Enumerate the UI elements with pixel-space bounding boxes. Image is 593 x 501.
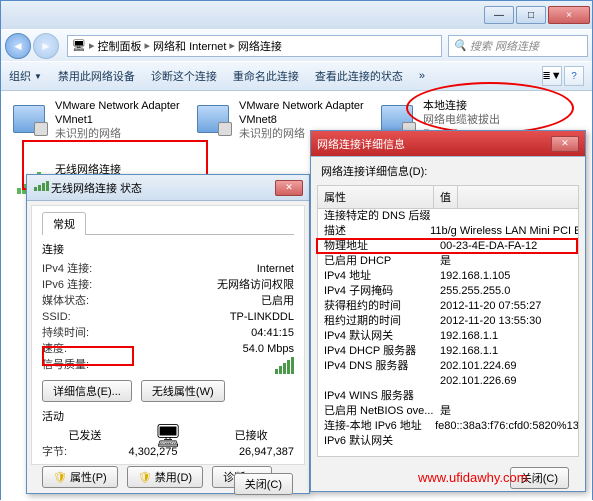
crumb-network[interactable]: 网络和 Internet — [153, 38, 226, 54]
table-row: 租约过期的时间2012-11-20 13:55:30 — [318, 314, 578, 329]
adapter-status: 未识别的网络 — [55, 127, 180, 141]
table-row: 获得租约的时间2012-11-20 07:55:27 — [318, 299, 578, 314]
nav-bar: ◄ ► 🖥 ▸ 控制面板 ▸ 网络和 Internet ▸ 网络连接 🔍 搜索 … — [1, 29, 592, 61]
back-button[interactable]: ◄ — [5, 33, 31, 59]
table-row: IPv6 默认网关 — [318, 434, 578, 449]
search-placeholder: 搜索 网络连接 — [470, 38, 539, 54]
table-row: 描述11b/g Wireless LAN Mini PCI Ex — [318, 224, 578, 239]
value-media: 已启用 — [261, 293, 294, 309]
toolbar-view-status[interactable]: 查看此连接的状态 — [315, 68, 403, 84]
network-icon — [9, 99, 49, 139]
dialog-close-button[interactable]: ✕ — [551, 136, 579, 152]
close-button[interactable]: 关闭(C) — [234, 473, 293, 495]
table-row: IPv4 DNS 服务器202.101.224.69 — [318, 359, 578, 374]
search-input[interactable]: 🔍 搜索 网络连接 — [448, 35, 588, 57]
details-dialog: 网络连接详细信息 ✕ 网络连接详细信息(D): 属性 值 连接特定的 DNS 后… — [310, 130, 586, 492]
dialog-close-button[interactable]: ✕ — [275, 180, 303, 196]
table-row: IPv4 默认网关192.168.1.1 — [318, 329, 578, 344]
adapter-subname: VMnet1 — [55, 113, 180, 127]
watermark-text: www.ufidawhy.com — [418, 470, 528, 485]
value-duration: 04:41:15 — [251, 325, 294, 341]
table-row: 连接特定的 DNS 后缀 — [318, 209, 578, 224]
status-dialog: 无线网络连接 状态 ✕ 常规 连接 IPv4 连接: Internet IPv6 … — [26, 174, 310, 494]
dialog-titlebar: 无线网络连接 状态 ✕ — [27, 175, 309, 201]
table-row: IPv4 地址192.168.1.105 — [318, 269, 578, 284]
computer-icon: 🖥 — [154, 428, 182, 444]
wifi-icon — [33, 181, 47, 194]
value-ipv6: 无网络访问权限 — [217, 277, 294, 293]
adapter-subname: VMnet8 — [239, 113, 364, 127]
details-heading: 网络连接详细信息(D): — [311, 157, 585, 179]
details-button[interactable]: 详细信息(E)... — [42, 380, 132, 402]
wireless-props-button[interactable]: 无线属性(W) — [141, 380, 225, 402]
dialog-title: 网络连接详细信息 — [317, 136, 551, 152]
forward-button[interactable]: ► — [33, 33, 59, 59]
chevron-down-icon: ▼ — [34, 72, 42, 81]
value-ipv4: Internet — [257, 261, 294, 277]
chevron-icon: ▸ — [145, 39, 151, 52]
table-row: 已启用 DHCP是 — [318, 254, 578, 269]
table-row: 连接-本地 IPv6 地址fe80::38a3:f76:cfd0:5820%13 — [318, 419, 578, 434]
properties-button[interactable]: 🛡 属性(P) — [42, 466, 118, 488]
computer-icon: 🖥 — [72, 39, 86, 52]
details-table: 属性 值 连接特定的 DNS 后缀描述11b/g Wireless LAN Mi… — [317, 185, 579, 457]
tab-general[interactable]: 常规 — [42, 212, 86, 235]
network-icon — [193, 99, 233, 139]
value-bytes-sent: 4,302,275 — [129, 444, 178, 460]
help-button[interactable]: ? — [564, 66, 584, 86]
label-media: 媒体状态: — [42, 293, 89, 309]
toolbar-more[interactable]: » — [419, 70, 425, 82]
annotation-circle — [406, 82, 574, 134]
value-bytes-recv: 26,947,387 — [239, 444, 294, 460]
col-property: 属性 — [318, 186, 434, 208]
close-button[interactable]: × — [548, 6, 590, 24]
annotation-box-ipv4 — [316, 238, 578, 254]
table-row: IPv4 子网掩码255.255.255.0 — [318, 284, 578, 299]
toolbar-organize[interactable]: 组织▼ — [9, 68, 42, 84]
toolbar-diagnose[interactable]: 诊断这个连接 — [151, 68, 217, 84]
value-speed: 54.0 Mbps — [243, 341, 294, 357]
signal-bars-icon — [274, 357, 294, 374]
label-ssid: SSID: — [42, 309, 71, 325]
window-titlebar: — □ × — [1, 1, 592, 29]
dialog-titlebar: 网络连接详细信息 ✕ — [311, 131, 585, 157]
search-icon: 🔍 — [453, 39, 467, 52]
maximize-button[interactable]: □ — [516, 6, 546, 24]
label-bytes: 字节: — [42, 444, 67, 460]
view-options-button[interactable]: ≣▼ — [542, 66, 562, 86]
dialog-title: 无线网络连接 状态 — [51, 180, 275, 196]
adapter-name: VMware Network Adapter — [55, 99, 180, 113]
label-recv: 已接收 — [235, 428, 268, 444]
table-row: 已启用 NetBIOS ove...是 — [318, 404, 578, 419]
breadcrumb[interactable]: 🖥 ▸ 控制面板 ▸ 网络和 Internet ▸ 网络连接 — [67, 35, 442, 57]
adapter-name: VMware Network Adapter — [239, 99, 364, 113]
crumb-connections[interactable]: 网络连接 — [238, 38, 282, 54]
toolbar-rename[interactable]: 重命名此连接 — [233, 68, 299, 84]
toolbar-disable[interactable]: 禁用此网络设备 — [58, 68, 135, 84]
section-connection: 连接 — [42, 241, 294, 257]
chevron-icon: ▸ — [89, 39, 95, 52]
label-ipv4: IPv4 连接: — [42, 261, 92, 277]
table-row: IPv4 DHCP 服务器192.168.1.1 — [318, 344, 578, 359]
chevron-icon: ▸ — [229, 39, 235, 52]
table-row: IPv4 WINS 服务器 — [318, 389, 578, 404]
disable-button[interactable]: 🛡 禁用(D) — [127, 466, 203, 488]
table-row: 202.101.226.69 — [318, 374, 578, 389]
crumb-control-panel[interactable]: 控制面板 — [98, 38, 142, 54]
section-activity: 活动 — [42, 408, 294, 424]
label-ipv6: IPv6 连接: — [42, 277, 92, 293]
minimize-button[interactable]: — — [484, 6, 514, 24]
label-duration: 持续时间: — [42, 325, 89, 341]
value-ssid: TP-LINKDDL — [230, 309, 294, 325]
label-sent: 已发送 — [68, 428, 101, 444]
annotation-box-details-btn — [42, 346, 134, 366]
col-value: 值 — [434, 186, 458, 208]
